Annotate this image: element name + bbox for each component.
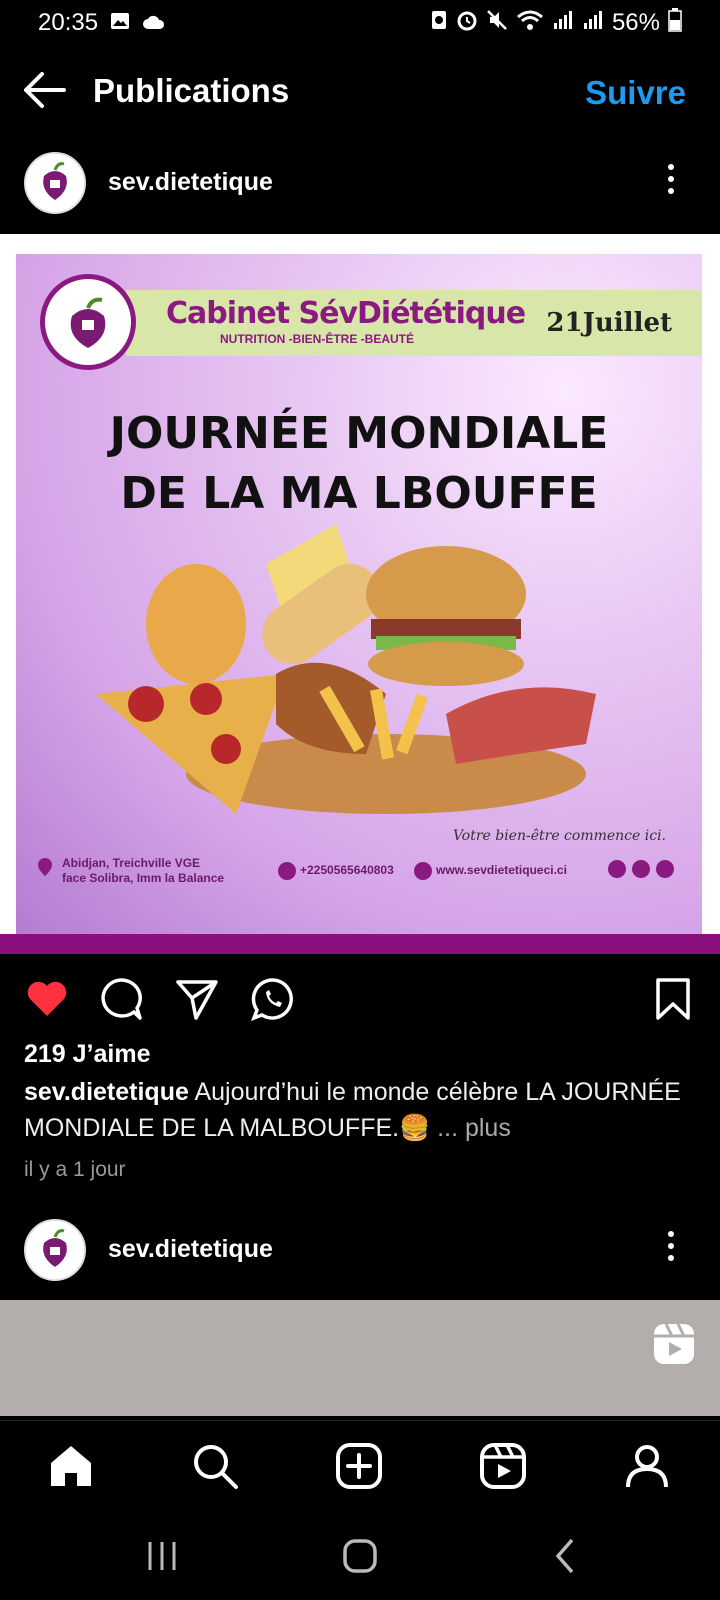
post-caption[interactable]: sev.dietetique Aujourd’hui le monde célè… (24, 1074, 684, 1146)
caption-username[interactable]: sev.dietetique (24, 1078, 189, 1106)
phone-icon (278, 862, 296, 880)
reel-icon (652, 1322, 696, 1366)
next-post-media[interactable] (0, 1300, 720, 1416)
battery-icon (668, 7, 682, 39)
battery-level: 56% (611, 9, 660, 36)
poster-border-bottom (0, 934, 720, 954)
bookmark-icon[interactable] (650, 976, 696, 1022)
post-header: sev.dietetique (0, 148, 720, 218)
mute-icon (486, 9, 508, 38)
next-post-username[interactable]: sev.dietetique (108, 1235, 273, 1264)
more-options-icon[interactable] (666, 164, 676, 198)
top-header: Publications Suivre (0, 60, 720, 120)
post-image[interactable]: Cabinet SévDiététique NUTRITION -BIEN-ÊT… (0, 234, 720, 954)
follow-button[interactable]: Suivre (585, 74, 686, 112)
website: www.sevdietetiqueci.ci (436, 863, 567, 878)
wifi-icon (516, 9, 544, 38)
avatar[interactable] (24, 1219, 86, 1281)
whatsapp-small-icon (632, 860, 650, 878)
address-line-1: Abidjan, Treichville VGE (62, 856, 201, 870)
poster-slogan: Votre bien-être commence ici. (452, 828, 666, 844)
brand-name: Cabinet SévDiététique (166, 296, 526, 331)
junk-food-illustration (96, 524, 596, 814)
facebook-icon (608, 860, 626, 878)
home-icon[interactable] (46, 1441, 96, 1491)
next-post-header: sev.dietetique (0, 1215, 720, 1285)
back-arrow-icon[interactable] (22, 70, 68, 110)
brand-banner: Cabinet SévDiététique NUTRITION -BIEN-ÊT… (126, 290, 702, 356)
page-title: Publications (93, 72, 290, 109)
location-pin-icon (38, 858, 52, 876)
caption-more-link[interactable]: ... plus (437, 1114, 511, 1142)
post-actions (0, 970, 720, 1026)
instagram-icon (656, 860, 674, 878)
headline-line-2: DE LA MA LBOUFFE (120, 468, 598, 519)
social-icons (608, 860, 674, 878)
event-date: 21Juillet (546, 308, 672, 338)
comment-icon[interactable] (98, 976, 144, 1022)
send-icon[interactable] (174, 976, 220, 1022)
bottom-nav (0, 1420, 720, 1508)
alarm-icon (456, 9, 478, 38)
back-button-icon[interactable] (546, 1536, 586, 1576)
system-nav-bar (0, 1510, 720, 1600)
poster-headline: JOURNÉE MONDIALE DE LA MA LBOUFFE (16, 404, 702, 524)
status-bar: 20:35 56% (0, 0, 720, 46)
more-options-icon[interactable] (666, 1231, 676, 1265)
profile-icon[interactable] (622, 1441, 672, 1491)
create-post-icon[interactable] (334, 1441, 384, 1491)
battery-saver-icon (430, 9, 448, 38)
cloud-icon (142, 9, 166, 37)
post-username[interactable]: sev.dietetique (108, 168, 273, 197)
status-time: 20:35 (38, 9, 99, 36)
signal-2-icon (582, 9, 604, 38)
brand-tagline: NUTRITION -BIEN-ÊTRE -BEAUTÉ (220, 332, 414, 346)
headline-line-1: JOURNÉE MONDIALE (109, 408, 609, 459)
whatsapp-icon[interactable] (250, 976, 296, 1022)
reels-icon[interactable] (478, 1441, 528, 1491)
brand-logo (40, 274, 136, 370)
globe-icon (414, 862, 432, 880)
poster: Cabinet SévDiététique NUTRITION -BIEN-ÊT… (16, 254, 702, 936)
phone-number: +2250565640803 (300, 863, 394, 878)
avatar[interactable] (24, 152, 86, 214)
post-timestamp: il y a 1 jour (24, 1158, 126, 1181)
signal-icon (552, 9, 574, 38)
heart-filled-icon[interactable] (24, 976, 70, 1022)
search-icon[interactable] (190, 1441, 240, 1491)
home-button-icon[interactable] (340, 1536, 380, 1576)
address-line-2: face Solibra, Imm la Balance (62, 871, 225, 885)
gallery-icon (110, 9, 130, 37)
recent-apps-icon[interactable] (142, 1536, 182, 1576)
likes-count[interactable]: 219 J’aime (24, 1040, 151, 1069)
poster-contact: Abidjan, Treichville VGE face Solibra, I… (38, 856, 678, 896)
